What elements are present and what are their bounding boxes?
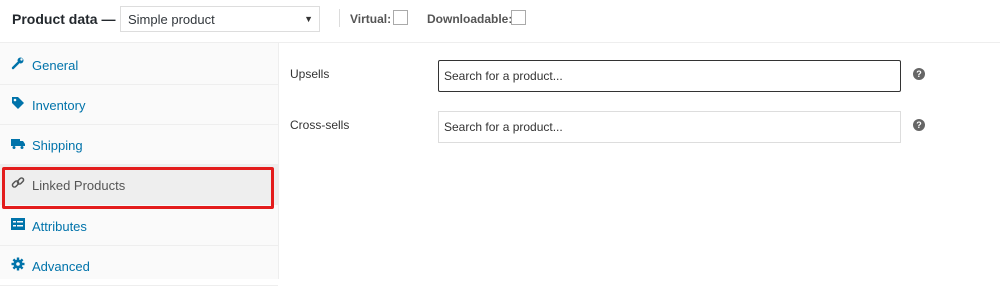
chevron-down-icon: ▼ [304,14,313,24]
product-data-title: Product data — [12,11,116,27]
product-data-header: Product data — Simple product ▼ Virtual:… [0,0,1000,43]
tab-inventory[interactable]: Inventory [0,85,278,125]
tab-general[interactable]: General [0,45,278,85]
upsells-help-icon[interactable]: ? [913,68,925,80]
tab-general-label: General [32,58,79,73]
truck-icon [11,136,25,150]
linked-products-highlight [2,167,274,209]
tag-icon [11,96,25,110]
list-icon [11,217,25,231]
product-type-select[interactable]: Simple product ▼ [120,6,320,32]
downloadable-checkbox[interactable] [511,10,526,25]
tab-attributes[interactable]: Attributes [0,206,278,246]
gear-icon [11,257,25,271]
crosssells-search-field[interactable] [438,111,901,143]
virtual-label: Virtual: [350,12,392,26]
crosssells-help-icon[interactable]: ? [913,119,925,131]
tab-advanced-label: Advanced [32,259,90,274]
tab-shipping-label: Shipping [32,138,83,153]
product-type-value: Simple product [128,12,215,27]
upsells-label: Upsells [290,67,330,81]
crosssells-label: Cross-sells [290,118,350,132]
product-data-tabs: General Inventory Shipping Linked Produc… [0,43,279,286]
tab-shipping[interactable]: Shipping [0,125,278,165]
wrench-icon [11,56,25,70]
crosssells-search-input[interactable] [444,120,884,134]
tab-inventory-label: Inventory [32,98,86,113]
header-divider [339,9,340,27]
virtual-checkbox[interactable] [393,10,408,25]
downloadable-label: Downloadable: [427,12,513,26]
upsells-search-input[interactable] [444,69,884,83]
tab-attributes-label: Attributes [32,219,87,234]
tab-advanced[interactable]: Advanced [0,246,278,286]
upsells-search-field[interactable] [438,60,901,92]
